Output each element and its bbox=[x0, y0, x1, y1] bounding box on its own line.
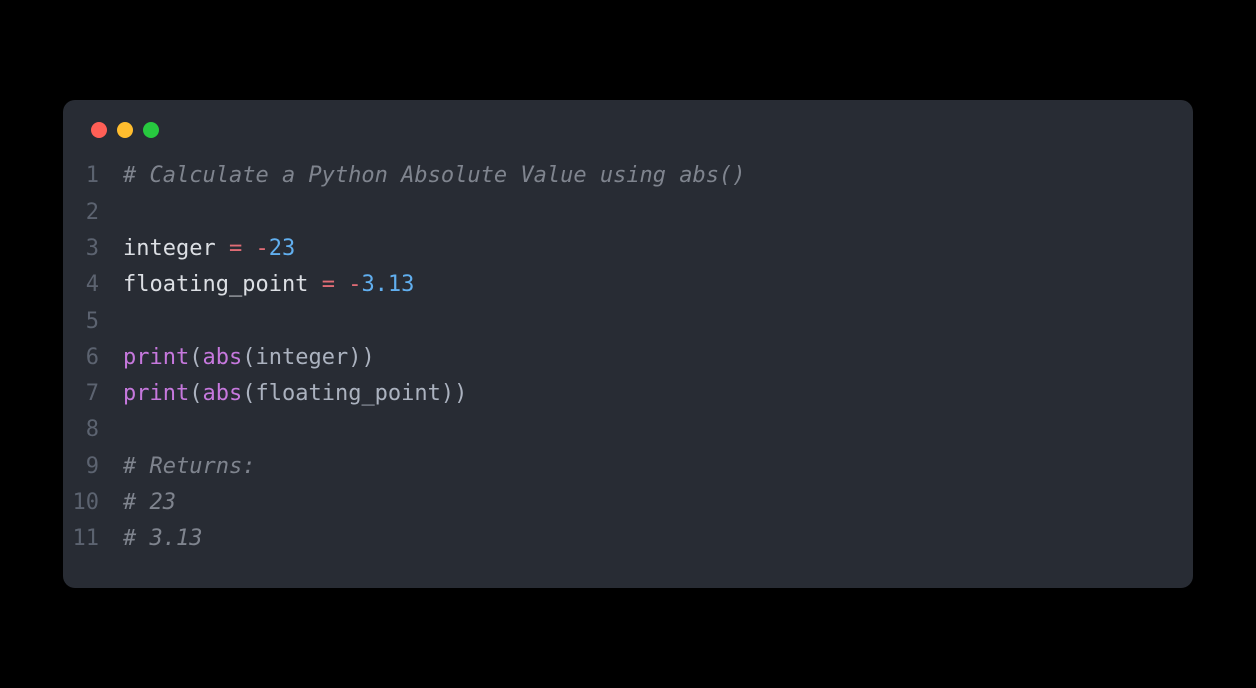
window-controls bbox=[63, 122, 1193, 158]
code-token: = bbox=[229, 236, 242, 261]
code-line[interactable]: 2 bbox=[63, 195, 1193, 231]
code-token: 23 bbox=[269, 236, 296, 261]
code-line[interactable]: 3integer = -23 bbox=[63, 231, 1193, 267]
code-token: abs bbox=[202, 381, 242, 406]
line-number: 11 bbox=[63, 521, 123, 557]
code-token: (integer)) bbox=[242, 345, 374, 370]
code-window: 1# Calculate a Python Absolute Value usi… bbox=[63, 100, 1193, 587]
code-line[interactable]: 9# Returns: bbox=[63, 449, 1193, 485]
code-line[interactable]: 7print(abs(floating_point)) bbox=[63, 376, 1193, 412]
code-token: (floating_point)) bbox=[242, 381, 467, 406]
code-token: abs bbox=[202, 345, 242, 370]
code-line[interactable]: 1# Calculate a Python Absolute Value usi… bbox=[63, 158, 1193, 194]
code-token: # 23 bbox=[123, 490, 176, 515]
line-number: 5 bbox=[63, 304, 123, 340]
code-token: print bbox=[123, 345, 189, 370]
code-token: - bbox=[255, 236, 268, 261]
code-line[interactable]: 8 bbox=[63, 412, 1193, 448]
code-token: = bbox=[322, 272, 335, 297]
line-number: 2 bbox=[63, 195, 123, 231]
code-line[interactable]: 11# 3.13 bbox=[63, 521, 1193, 557]
code-content[interactable] bbox=[123, 195, 136, 231]
line-number: 4 bbox=[63, 267, 123, 303]
code-content[interactable] bbox=[123, 412, 136, 448]
line-number: 10 bbox=[63, 485, 123, 521]
minimize-icon[interactable] bbox=[117, 122, 133, 138]
code-content[interactable]: print(abs(integer)) bbox=[123, 340, 375, 376]
code-content[interactable]: integer = -23 bbox=[123, 231, 295, 267]
code-content[interactable] bbox=[123, 304, 136, 340]
code-token bbox=[242, 236, 255, 261]
code-token: 3.13 bbox=[361, 272, 414, 297]
code-token: print bbox=[123, 381, 189, 406]
line-number: 7 bbox=[63, 376, 123, 412]
code-content[interactable]: # Returns: bbox=[123, 449, 255, 485]
close-icon[interactable] bbox=[91, 122, 107, 138]
code-content[interactable]: print(abs(floating_point)) bbox=[123, 376, 467, 412]
line-number: 1 bbox=[63, 158, 123, 194]
code-token: # Returns: bbox=[123, 454, 255, 479]
line-number: 9 bbox=[63, 449, 123, 485]
line-number: 6 bbox=[63, 340, 123, 376]
code-content[interactable]: # Calculate a Python Absolute Value usin… bbox=[123, 158, 746, 194]
code-token: ( bbox=[189, 381, 202, 406]
code-token: floating_point bbox=[123, 272, 322, 297]
code-token: # Calculate a Python Absolute Value usin… bbox=[123, 163, 746, 188]
code-line[interactable]: 10# 23 bbox=[63, 485, 1193, 521]
code-content[interactable]: floating_point = -3.13 bbox=[123, 267, 414, 303]
code-token: integer bbox=[123, 236, 229, 261]
code-token: # 3.13 bbox=[123, 526, 202, 551]
code-token bbox=[335, 272, 348, 297]
code-line[interactable]: 5 bbox=[63, 304, 1193, 340]
code-line[interactable]: 4floating_point = -3.13 bbox=[63, 267, 1193, 303]
line-number: 8 bbox=[63, 412, 123, 448]
code-token: ( bbox=[189, 345, 202, 370]
maximize-icon[interactable] bbox=[143, 122, 159, 138]
code-token: - bbox=[348, 272, 361, 297]
line-number: 3 bbox=[63, 231, 123, 267]
code-content[interactable]: # 23 bbox=[123, 485, 176, 521]
code-line[interactable]: 6print(abs(integer)) bbox=[63, 340, 1193, 376]
code-area[interactable]: 1# Calculate a Python Absolute Value usi… bbox=[63, 158, 1193, 557]
code-content[interactable]: # 3.13 bbox=[123, 521, 202, 557]
